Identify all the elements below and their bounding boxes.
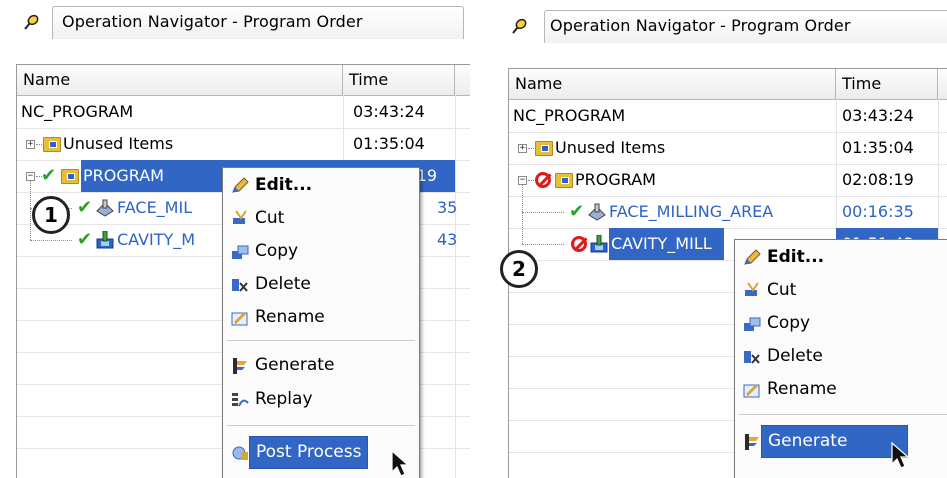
navigator-titlebar: Operation Navigator - Program Order [0, 0, 470, 40]
column-header-name[interactable]: Name [509, 69, 836, 99]
rename-icon [743, 383, 760, 398]
row-time: 02:08:19 [842, 170, 914, 189]
menu-item-copy[interactable]: Copy [223, 235, 419, 268]
context-menu: Edit... Cut Copy Delete Rename Generate [734, 239, 947, 478]
table-row[interactable]: ✔ FACE_MILLING_AREA 00:16:35 [509, 185, 947, 229]
edit-icon [232, 177, 249, 193]
row-name: CAVITY_M [117, 230, 196, 249]
delete-icon [744, 351, 760, 364]
column-header-time[interactable]: Time [836, 69, 938, 99]
row-time: 01:35:04 [842, 138, 914, 157]
table-row[interactable]: + Unused Items 01:35:04 [17, 128, 470, 161]
menu-item-generate[interactable]: Generate [223, 349, 419, 382]
row-time: 03:43:24 [353, 102, 425, 121]
menu-item-copy[interactable]: Copy [735, 307, 947, 340]
table-row[interactable]: NC_PROGRAM 03:43:24 [509, 100, 947, 133]
collapse-icon[interactable]: − [26, 172, 35, 181]
mouse-cursor-icon [391, 450, 410, 477]
cavity-mill-icon [590, 235, 608, 253]
menu-item-cut[interactable]: Cut [223, 202, 419, 235]
edit-icon [744, 249, 761, 265]
pin-icon[interactable] [22, 12, 42, 32]
table-header: Name Time [509, 69, 947, 100]
replay-icon [232, 393, 249, 407]
column-header-time[interactable]: Time [343, 65, 455, 95]
table-row[interactable]: NC_PROGRAM 03:43:24 [17, 96, 470, 129]
menu-item-rename[interactable]: Rename [223, 301, 419, 334]
row-name: FACE_MILLING_AREA [609, 202, 774, 221]
cut-icon [745, 282, 759, 296]
rename-icon [231, 311, 248, 326]
program-folder-icon [61, 169, 79, 184]
row-name: FACE_MIL [117, 198, 193, 217]
row-name: NC_PROGRAM [21, 102, 134, 121]
menu-item-edit[interactable]: Edit... [735, 241, 947, 274]
row-name: PROGRAM [575, 170, 656, 189]
table-header: Name Time [17, 65, 470, 96]
program-folder-icon [43, 137, 61, 152]
cavity-mill-icon [96, 231, 114, 249]
menu-item-delete[interactable]: Delete [223, 268, 419, 301]
generate-icon [233, 358, 247, 374]
menu-separator [227, 340, 415, 342]
navigator-title: Operation Navigator - Program Order [550, 16, 851, 35]
program-folder-icon [555, 173, 573, 188]
copy-icon [744, 317, 761, 331]
menu-item-cut[interactable]: Cut [735, 274, 947, 307]
error-status-icon [571, 236, 587, 252]
step-callout: 2 [500, 250, 538, 288]
table-row[interactable]: + Unused Items 01:35:04 [509, 132, 947, 165]
row-name: Unused Items [555, 138, 666, 157]
menu-separator [227, 425, 415, 427]
post-process-icon [232, 446, 248, 460]
copy-icon [232, 245, 249, 259]
expand-icon[interactable]: + [26, 140, 35, 149]
row-time: 00:16:35 [842, 202, 914, 221]
error-status-icon [535, 172, 551, 188]
table-row[interactable]: − PROGRAM 02:08:19 [509, 164, 947, 197]
pin-icon[interactable] [510, 16, 530, 36]
expand-icon[interactable]: + [518, 144, 527, 153]
step-callout: 1 [32, 196, 70, 234]
generate-icon [745, 434, 759, 450]
collapse-icon[interactable]: − [518, 176, 527, 185]
delete-icon [232, 279, 248, 292]
check-icon: ✔ [77, 197, 93, 218]
column-header-name[interactable]: Name [17, 65, 343, 95]
menu-item-edit[interactable]: Edit... [223, 169, 419, 202]
row-time: 35 [437, 198, 458, 217]
check-icon: ✔ [41, 165, 57, 186]
check-icon: ✔ [77, 229, 93, 250]
menu-item-delete[interactable]: Delete [735, 340, 947, 373]
menu-separator [739, 414, 947, 416]
menu-item-rename[interactable]: Rename [735, 373, 947, 406]
row-name: Unused Items [63, 134, 174, 153]
navigator-titlebar: Operation Navigator - Program Order [492, 4, 947, 44]
menu-item-generate[interactable]: Generate [735, 425, 947, 458]
navigator-panel-2: Operation Navigator - Program Order Name… [492, 0, 947, 478]
row-time: 43 [437, 230, 458, 249]
check-icon: ✔ [569, 201, 585, 222]
context-menu: Edit... Cut Copy Delete Rename Generate … [222, 167, 420, 478]
mouse-cursor-icon [891, 442, 910, 469]
face-milling-icon [96, 199, 114, 217]
row-name: NC_PROGRAM [513, 106, 626, 125]
row-time: 01:35:04 [353, 134, 425, 153]
face-milling-icon [588, 203, 606, 221]
cut-icon [233, 210, 247, 224]
row-time: 03:43:24 [842, 106, 914, 125]
row-name: CAVITY_MILL [609, 228, 724, 260]
navigator-panel-1: Operation Navigator - Program Order Name… [0, 0, 470, 478]
menu-item-replay[interactable]: Replay [223, 383, 419, 416]
navigator-title: Operation Navigator - Program Order [62, 12, 363, 31]
program-folder-icon [535, 141, 553, 156]
